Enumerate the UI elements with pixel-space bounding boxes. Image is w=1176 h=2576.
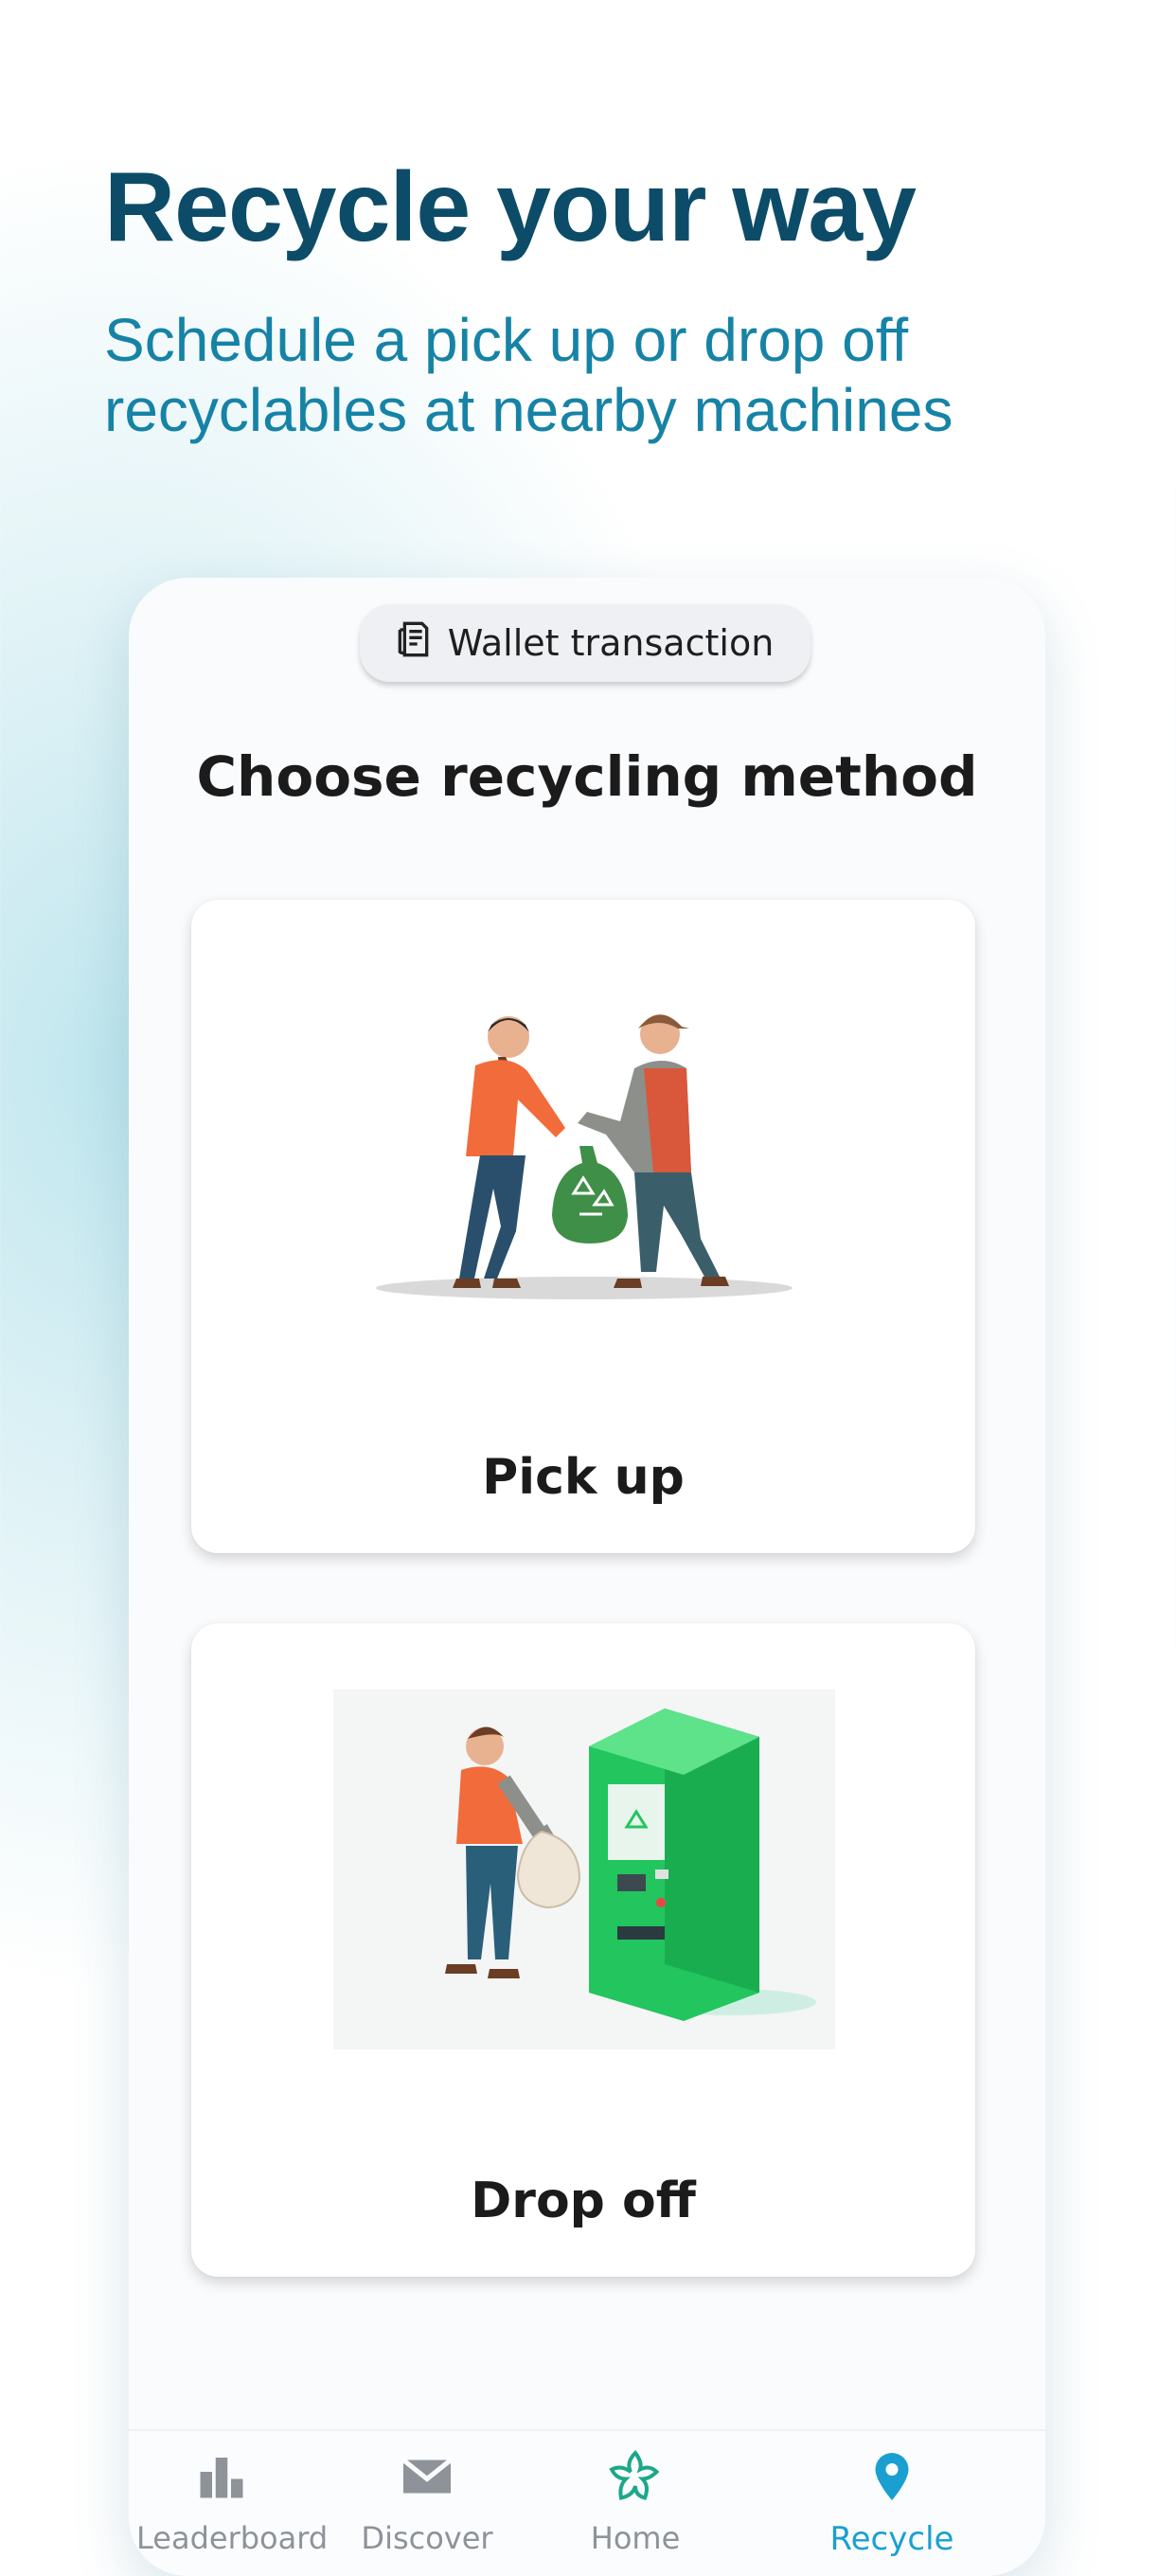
location-pin-icon [875, 2453, 909, 2500]
nav-item-discover[interactable]: Discover [342, 2448, 512, 2556]
envelope-icon [401, 2458, 453, 2494]
app-screen: Wallet transaction Choose recycling meth… [129, 578, 1045, 2576]
nav-label-leaderboard: Leaderboard [136, 2520, 329, 2556]
section-title: Choose recycling method [196, 744, 978, 809]
dropoff-machine-illustration [333, 1690, 835, 2049]
pickup-label: Pick up [482, 1449, 685, 1506]
pickup-illustration [376, 1014, 793, 1299]
nav-label-discover: Discover [361, 2520, 493, 2556]
wallet-transaction-label: Wallet transaction [447, 622, 775, 664]
nav-item-home[interactable]: Home [550, 2448, 721, 2556]
home-logo-icon [609, 2449, 660, 2500]
receipt-icon [397, 620, 435, 667]
page-subtitle: Schedule a pick up or drop off recyclabl… [104, 306, 953, 444]
wallet-transaction-button[interactable]: Wallet transaction [360, 604, 811, 682]
dropoff-label: Drop off [471, 2173, 696, 2229]
pickup-option-card[interactable]: Pick up [191, 900, 975, 1553]
leaderboard-icon [200, 2458, 243, 2498]
nav-label-recycle: Recycle [829, 2520, 954, 2558]
bottom-nav: Leaderboard Discover Home Recycle [129, 2429, 1045, 2576]
page-title: Recycle your way [104, 152, 917, 262]
nav-label-home: Home [590, 2520, 681, 2556]
nav-item-recycle[interactable]: Recycle [807, 2448, 977, 2558]
nav-item-leaderboard[interactable]: Leaderboard [136, 2448, 329, 2556]
dropoff-option-card[interactable]: Drop off [191, 1623, 975, 2277]
